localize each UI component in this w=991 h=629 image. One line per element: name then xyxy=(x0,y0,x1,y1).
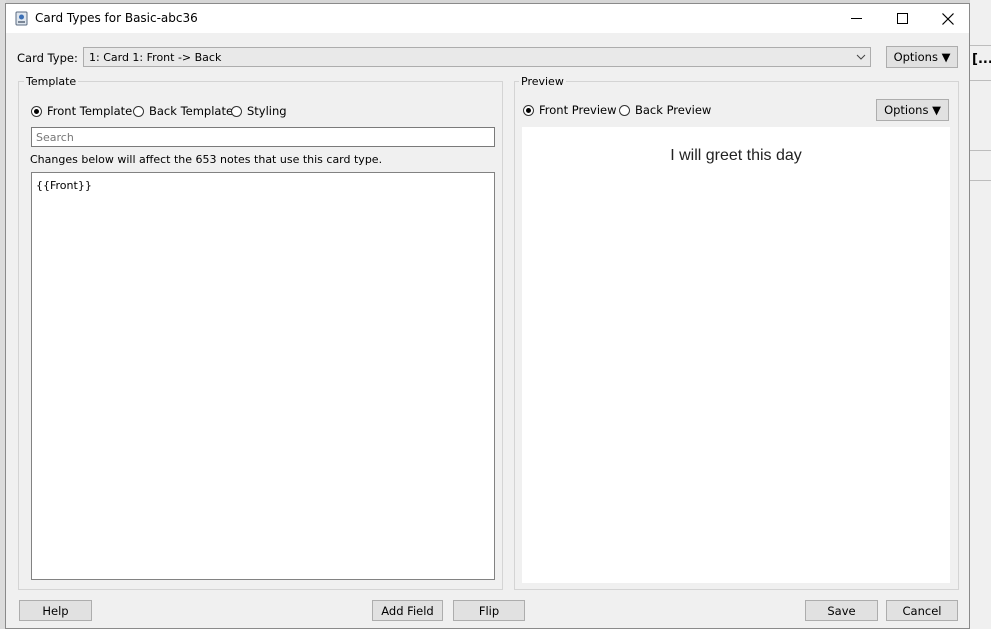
card-types-dialog: Card Types for Basic-abc36 Card Type: 1:… xyxy=(5,3,970,629)
radio-checked-icon xyxy=(31,105,42,117)
radio-unchecked-icon xyxy=(231,105,242,117)
window-title: Card Types for Basic-abc36 xyxy=(35,11,198,25)
card-type-options-button[interactable]: Options ▼ xyxy=(886,46,958,68)
radio-unchecked-icon xyxy=(619,104,630,116)
card-type-label: Card Type: xyxy=(17,51,78,65)
back-template-radio-label: Back Template xyxy=(149,104,234,118)
background-window-right: [...] xyxy=(970,0,991,629)
template-editor-content: {{Front}} xyxy=(36,179,92,192)
app-icon xyxy=(15,11,28,26)
background-divider xyxy=(970,150,991,151)
back-preview-radio[interactable]: Back Preview xyxy=(619,103,711,117)
template-info-text: Changes below will affect the 653 notes … xyxy=(30,153,383,166)
back-preview-radio-label: Back Preview xyxy=(635,103,712,117)
close-button[interactable] xyxy=(925,4,971,33)
maximize-icon xyxy=(896,13,908,24)
flip-button[interactable]: Flip xyxy=(453,600,525,621)
template-search-input[interactable] xyxy=(31,127,495,147)
front-template-radio[interactable]: Front Template xyxy=(31,104,132,118)
minimize-button[interactable] xyxy=(833,4,879,33)
maximize-button[interactable] xyxy=(879,4,925,33)
card-preview-text: I will greet this day xyxy=(670,147,802,164)
card-preview-pane[interactable]: I will greet this day xyxy=(522,127,950,583)
background-divider xyxy=(970,45,991,46)
front-preview-radio-label: Front Preview xyxy=(539,103,617,117)
preview-group-title: Preview xyxy=(519,75,566,88)
add-field-button[interactable]: Add Field xyxy=(372,600,443,621)
background-bracket-text: [...] xyxy=(972,52,991,67)
minimize-icon xyxy=(850,18,862,19)
help-button[interactable]: Help xyxy=(19,600,92,621)
radio-unchecked-icon xyxy=(133,105,144,117)
template-editor[interactable]: {{Front}} xyxy=(31,172,495,580)
background-divider xyxy=(970,180,991,181)
styling-radio-label: Styling xyxy=(247,104,287,118)
styling-radio[interactable]: Styling xyxy=(231,104,287,118)
preview-options-button[interactable]: Options ▼ xyxy=(876,99,949,121)
chevron-down-icon xyxy=(856,54,866,60)
card-type-dropdown[interactable]: 1: Card 1: Front -> Back xyxy=(83,47,871,67)
front-template-radio-label: Front Template xyxy=(47,104,133,118)
template-group-title: Template xyxy=(24,75,79,88)
title-bar[interactable]: Card Types for Basic-abc36 xyxy=(6,4,969,33)
close-icon xyxy=(942,12,954,25)
save-button[interactable]: Save xyxy=(805,600,878,621)
radio-checked-icon xyxy=(523,104,534,116)
cancel-button[interactable]: Cancel xyxy=(886,600,958,621)
back-template-radio[interactable]: Back Template xyxy=(133,104,233,118)
front-preview-radio[interactable]: Front Preview xyxy=(523,103,617,117)
background-divider xyxy=(970,80,991,81)
card-type-selected-value: 1: Card 1: Front -> Back xyxy=(89,51,222,64)
